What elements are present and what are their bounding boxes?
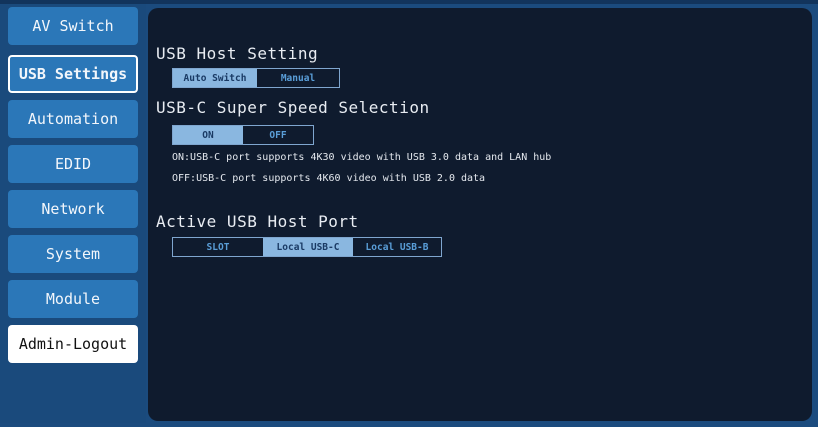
active-host-port-toggle: SLOT Local USB-C Local USB-B: [172, 237, 442, 257]
usb-host-setting-toggle: Auto Switch Manual: [172, 68, 340, 88]
settings-panel: USB Host Setting Auto Switch Manual USB-…: [148, 8, 812, 421]
sidebar-item-av-switch[interactable]: AV Switch: [8, 7, 138, 45]
local-usb-b-button[interactable]: Local USB-B: [353, 238, 441, 256]
usbc-off-description: OFF:USB-C port supports 4K60 video with …: [172, 173, 486, 184]
sidebar-item-usb-settings[interactable]: USB Settings: [8, 55, 138, 93]
usbc-speed-toggle: ON OFF: [172, 125, 314, 145]
sidebar-item-system[interactable]: System: [8, 235, 138, 273]
usbc-speed-title: USB-C Super Speed Selection: [156, 98, 430, 117]
sidebar-item-admin-logout[interactable]: Admin-Logout: [8, 325, 138, 363]
slot-button[interactable]: SLOT: [173, 238, 263, 256]
sidebar-item-module[interactable]: Module: [8, 280, 138, 318]
sidebar-item-network[interactable]: Network: [8, 190, 138, 228]
local-usb-c-button[interactable]: Local USB-C: [263, 238, 353, 256]
active-host-port-title: Active USB Host Port: [156, 212, 359, 231]
usb-host-setting-title: USB Host Setting: [156, 44, 319, 63]
usbc-speed-on-button[interactable]: ON: [173, 126, 243, 144]
manual-button[interactable]: Manual: [257, 69, 339, 87]
sidebar-item-automation[interactable]: Automation: [8, 100, 138, 138]
auto-switch-button[interactable]: Auto Switch: [173, 69, 257, 87]
usbc-speed-off-button[interactable]: OFF: [243, 126, 313, 144]
usbc-on-description: ON:USB-C port supports 4K30 video with U…: [172, 152, 552, 163]
sidebar-item-edid[interactable]: EDID: [8, 145, 138, 183]
sidebar: AV Switch USB Settings Automation EDID N…: [0, 4, 146, 423]
